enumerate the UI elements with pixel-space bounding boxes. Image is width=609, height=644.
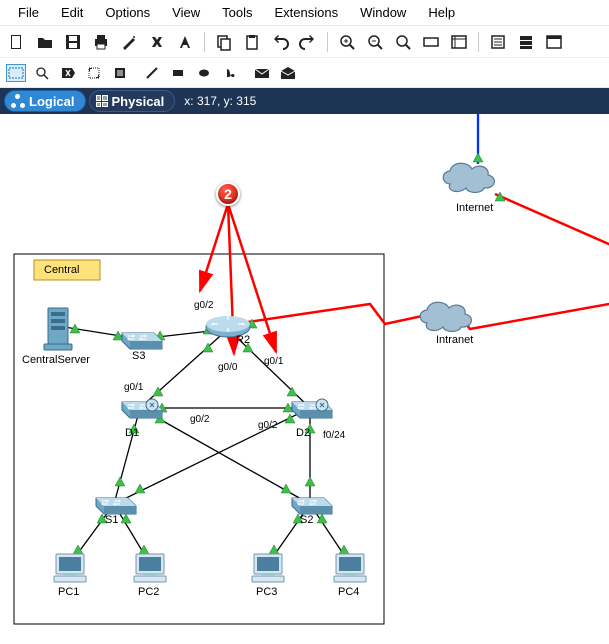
label-internet: Internet	[456, 202, 493, 214]
device-intranet[interactable]	[420, 302, 471, 331]
view-bar: Logical Physical x: 317, y: 315	[0, 88, 609, 114]
resize-icon[interactable]	[84, 64, 104, 82]
menu-window[interactable]: Window	[350, 3, 416, 22]
copy-icon[interactable]	[213, 31, 235, 53]
iface-d1-g01: g0/1	[124, 382, 143, 393]
links-black	[58, 326, 350, 564]
draw-freeform-icon[interactable]	[220, 64, 240, 82]
menu-file[interactable]: File	[8, 3, 49, 22]
save-icon[interactable]	[62, 31, 84, 53]
device-internet[interactable]	[443, 163, 494, 192]
logical-view-tab[interactable]: Logical	[4, 90, 86, 112]
magnify-icon[interactable]	[32, 64, 52, 82]
menu-tools[interactable]: Tools	[212, 3, 262, 22]
label-s1: S1	[105, 514, 118, 526]
device-s3[interactable]	[122, 333, 162, 349]
note-icon[interactable]	[110, 64, 130, 82]
tile-icon[interactable]	[448, 31, 470, 53]
callout-marker-2: 2	[216, 182, 240, 206]
menu-edit[interactable]: Edit	[51, 3, 93, 22]
iface-d2-g02: g0/2	[258, 420, 277, 431]
topology-workspace[interactable]: 1 2 Central Internet Intranet CentralSer…	[0, 114, 609, 644]
paste-icon[interactable]	[241, 31, 263, 53]
list-icon[interactable]	[487, 31, 509, 53]
device-s2[interactable]	[292, 498, 332, 514]
label-central-server: CentralServer	[22, 354, 90, 366]
physical-view-tab[interactable]: Physical	[89, 90, 176, 112]
zoom-out-icon[interactable]	[364, 31, 386, 53]
new-file-icon[interactable]	[6, 31, 28, 53]
draw-rect-icon[interactable]	[420, 31, 442, 53]
window-icon[interactable]	[543, 31, 565, 53]
device-pc2[interactable]	[134, 554, 166, 582]
device-pc4[interactable]	[334, 554, 366, 582]
physical-view-label: Physical	[112, 94, 165, 109]
text-tool-icon[interactable]	[174, 31, 196, 53]
closed-envelope-icon[interactable]	[252, 64, 272, 82]
menu-help[interactable]: Help	[418, 3, 465, 22]
secondary-toolbar	[0, 58, 609, 88]
delete-icon[interactable]	[58, 64, 78, 82]
menu-extensions[interactable]: Extensions	[264, 3, 348, 22]
device-d2[interactable]	[292, 399, 332, 418]
server-icon[interactable]	[515, 31, 537, 53]
label-pc1: PC1	[58, 586, 79, 598]
draw-filled-rect-icon[interactable]	[168, 64, 188, 82]
label-pc3: PC3	[256, 586, 277, 598]
redo-icon[interactable]	[297, 31, 319, 53]
label-d1: D1	[125, 427, 139, 439]
undo-icon[interactable]	[269, 31, 291, 53]
label-s3: S3	[132, 350, 145, 362]
label-d2: D2	[296, 427, 310, 439]
select-rect-icon[interactable]	[6, 64, 26, 82]
device-pc3[interactable]	[252, 554, 284, 582]
open-folder-icon[interactable]	[34, 31, 56, 53]
settings-icon[interactable]	[146, 31, 168, 53]
zoom-reset-icon[interactable]	[392, 31, 414, 53]
menu-options[interactable]: Options	[95, 3, 160, 22]
menu-view[interactable]: View	[162, 3, 210, 22]
wizard-icon[interactable]	[118, 31, 140, 53]
iface-d2-f024: f0/24	[323, 430, 345, 441]
draw-line-icon[interactable]	[142, 64, 162, 82]
device-pc1[interactable]	[54, 554, 86, 582]
label-pc4: PC4	[338, 586, 359, 598]
open-envelope-icon[interactable]	[278, 64, 298, 82]
link-red-internet	[495, 194, 609, 249]
iface-r2-g01: g0/1	[264, 356, 283, 367]
label-r2: R2	[236, 334, 250, 346]
label-s2: S2	[300, 514, 313, 526]
iface-d1-g02: g0/2	[190, 414, 209, 425]
print-icon[interactable]	[90, 31, 112, 53]
menubar: File Edit Options View Tools Extensions …	[0, 0, 609, 26]
device-d1[interactable]	[122, 399, 162, 418]
iface-r2-g00: g0/0	[218, 362, 237, 373]
logical-view-label: Logical	[29, 94, 75, 109]
iface-r2-g02: g0/2	[194, 300, 213, 311]
zone-central-label: Central	[44, 264, 79, 276]
label-intranet: Intranet	[436, 334, 473, 346]
zoom-in-icon[interactable]	[336, 31, 358, 53]
draw-ellipse-icon[interactable]	[194, 64, 214, 82]
label-pc2: PC2	[138, 586, 159, 598]
device-s1[interactable]	[96, 498, 136, 514]
main-toolbar	[0, 26, 609, 58]
device-central-server[interactable]	[44, 308, 72, 350]
cursor-coords: x: 317, y: 315	[184, 94, 256, 108]
